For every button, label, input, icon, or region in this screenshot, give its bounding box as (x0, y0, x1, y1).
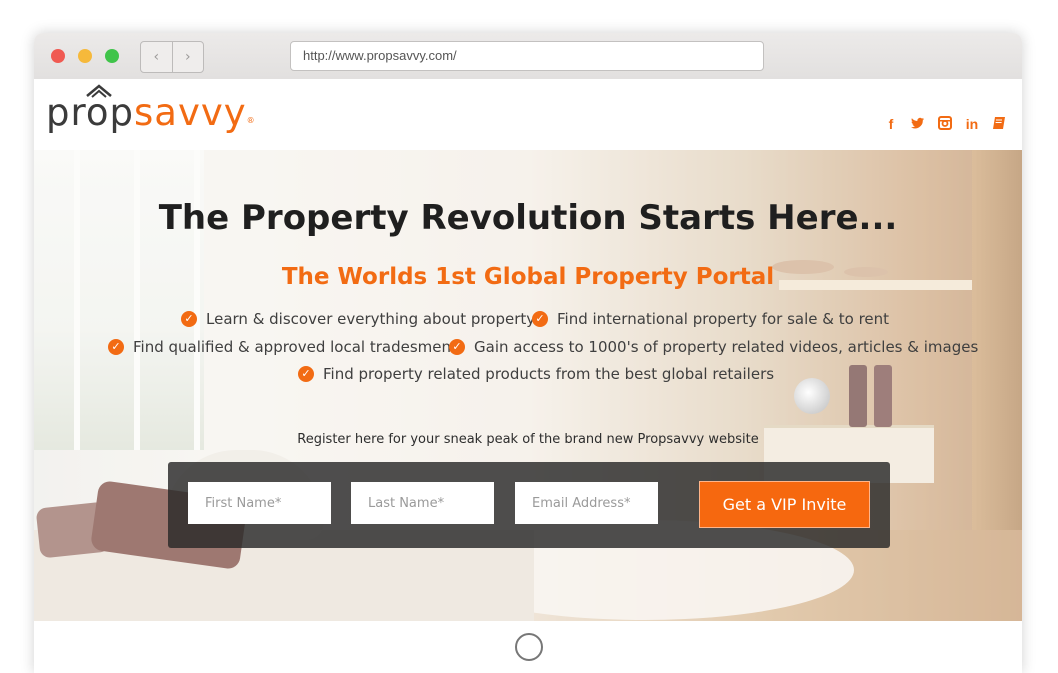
history-nav: ‹ › (140, 41, 204, 73)
check-circle-icon: ✓ (298, 366, 314, 382)
get-vip-invite-button[interactable]: Get a VIP Invite (699, 481, 870, 528)
social-links: f in (884, 116, 1006, 132)
feature-item: ✓ Find international property for sale & … (532, 310, 889, 328)
chevron-right-icon: › (184, 49, 191, 65)
feature-item: ✓ Gain access to 1000's of property relat… (449, 338, 978, 356)
last-name-field[interactable] (351, 482, 494, 524)
signup-form: Get a VIP Invite (168, 462, 890, 548)
logo-savvy: savvy (134, 91, 247, 134)
hero-headline: The Property Revolution Starts Here... (158, 198, 898, 238)
book-icon[interactable] (992, 116, 1006, 132)
registered-mark: ® (246, 116, 256, 125)
feature-text: Find international property for sale & t… (557, 310, 890, 328)
feature-item: ✓ Find qualified & approved local tradesm… (108, 338, 451, 356)
hero-section: The Property Revolution Starts Here... T… (34, 150, 1022, 621)
feature-text: Find property related products from the … (323, 365, 775, 383)
register-prompt: Register here for your sneak peak of the… (297, 432, 759, 447)
feature-text: Gain access to 1000's of property relate… (474, 338, 979, 356)
instagram-icon[interactable] (938, 116, 952, 132)
minimize-window-button[interactable] (78, 49, 92, 63)
back-button[interactable]: ‹ (141, 42, 172, 72)
browser-window: ‹ › http://www.propsavvy.com/ propsavvy®… (34, 33, 1022, 673)
close-window-button[interactable] (51, 49, 65, 63)
hero-subheadline: The Worlds 1st Global Property Portal (281, 264, 775, 290)
facebook-icon[interactable]: f (884, 116, 898, 132)
logo-prop: prop (46, 91, 135, 134)
feature-text: Learn & discover everything about proper… (206, 310, 536, 328)
check-circle-icon: ✓ (108, 339, 124, 355)
scroll-down-icon[interactable] (515, 633, 543, 661)
first-name-field[interactable] (188, 482, 331, 524)
site-logo[interactable]: propsavvy® (46, 89, 256, 137)
browser-toolbar: ‹ › http://www.propsavvy.com/ (34, 33, 1022, 80)
chevron-left-icon: ‹ (153, 49, 160, 65)
forward-button[interactable]: › (171, 42, 204, 72)
email-field[interactable] (515, 482, 658, 524)
maximize-window-button[interactable] (105, 49, 119, 63)
linkedin-icon[interactable]: in (965, 116, 979, 132)
feature-item: ✓ Find property related products from the… (298, 365, 774, 383)
check-circle-icon: ✓ (532, 311, 548, 327)
feature-item: ✓ Learn & discover everything about prope… (181, 310, 535, 328)
check-circle-icon: ✓ (449, 339, 465, 355)
address-bar[interactable]: http://www.propsavvy.com/ (290, 41, 764, 71)
site-header: propsavvy® f in (34, 79, 1022, 150)
feature-text: Find qualified & approved local tradesme… (133, 338, 452, 356)
check-circle-icon: ✓ (181, 311, 197, 327)
twitter-icon[interactable] (911, 116, 925, 132)
